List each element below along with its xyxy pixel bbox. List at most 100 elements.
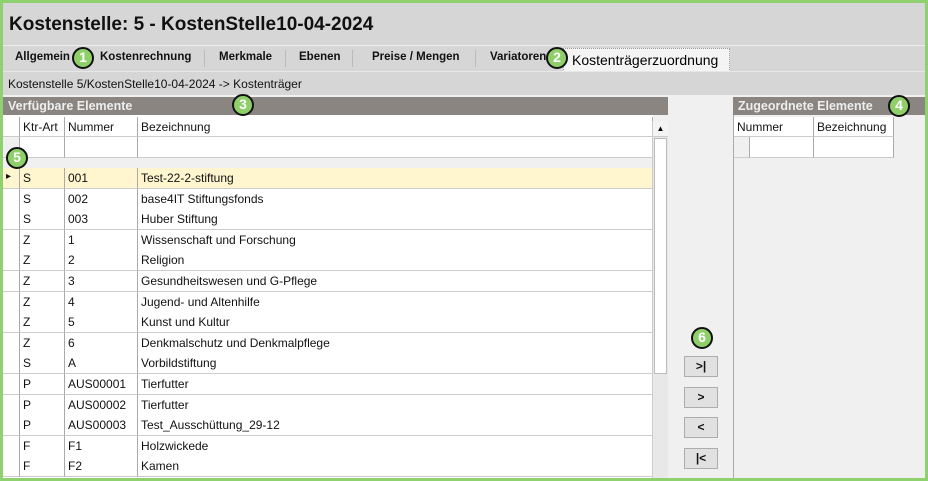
cell-bezeichnung[interactable]: Vorbildstiftung: [138, 353, 653, 375]
cell-nummer[interactable]: A: [65, 353, 138, 375]
tab-merkmale[interactable]: Merkmale: [219, 51, 272, 63]
cell-nummer[interactable]: 3: [65, 271, 138, 292]
cell-bezeichnung[interactable]: Wissenschaft und Forschung: [138, 229, 653, 251]
cell-nummer[interactable]: F1: [65, 435, 138, 457]
filter-separator: [3, 158, 653, 168]
cell-ktr-art[interactable]: Z: [20, 312, 65, 334]
tab-kostenrechnung[interactable]: Kostenrechnung: [100, 51, 191, 63]
tab-divider: [204, 50, 205, 67]
col-header-indicator: [3, 117, 20, 137]
cell-nummer[interactable]: 003: [65, 209, 138, 231]
row-indicator: [734, 137, 750, 158]
cell-ktr-art[interactable]: Z: [20, 332, 65, 354]
filter-bezeichnung[interactable]: [138, 137, 653, 158]
row-indicator[interactable]: [3, 456, 20, 478]
cell-ktr-art[interactable]: S: [20, 188, 65, 210]
cell-ktr-art[interactable]: S: [20, 168, 65, 189]
cell-nummer[interactable]: F2: [65, 456, 138, 478]
cell-bezeichnung[interactable]: Denkmalschutz und Denkmalpflege: [138, 332, 653, 354]
scroll-up-icon[interactable]: ▲: [653, 121, 668, 137]
cell-nummer[interactable]: AUS00003: [65, 415, 138, 437]
tab-ebenen[interactable]: Ebenen: [299, 51, 341, 63]
row-indicator[interactable]: [3, 374, 20, 395]
row-indicator[interactable]: [3, 353, 20, 375]
cell-bezeichnung[interactable]: Test_Ausschüttung_29-12: [138, 415, 653, 437]
tab-allgemein[interactable]: Allgemein: [15, 51, 70, 63]
cell-bezeichnung[interactable]: Kunst und Kultur: [138, 312, 653, 334]
badge-3: 3: [232, 94, 254, 116]
badge-4: 4: [888, 95, 910, 117]
cell-ktr-art[interactable]: P: [20, 374, 65, 395]
cell-bezeichnung[interactable]: Tierfutter: [138, 394, 653, 416]
row-indicator[interactable]: [3, 291, 20, 313]
available-header: Verfügbare Elemente: [3, 97, 668, 115]
cell-ktr-art[interactable]: F: [20, 435, 65, 457]
cell-bezeichnung[interactable]: Kamen: [138, 456, 653, 478]
row-indicator[interactable]: [3, 271, 20, 292]
cell-bezeichnung[interactable]: Religion: [138, 250, 653, 272]
cell-ktr-art[interactable]: Z: [20, 271, 65, 292]
cell-ktr-art[interactable]: S: [20, 353, 65, 375]
cell-bezeichnung[interactable]: Gesundheitswesen und G-Pflege: [138, 271, 653, 292]
row-indicator[interactable]: [3, 332, 20, 354]
row-indicator[interactable]: [3, 229, 20, 251]
add-button[interactable]: >: [684, 387, 718, 408]
cell-nummer[interactable]: 001: [65, 168, 138, 189]
scrollbar[interactable]: ▲: [652, 121, 668, 478]
tab-divider: [352, 50, 353, 67]
cell-nummer[interactable]: AUS00002: [65, 394, 138, 416]
col-header-nummer-label: Nummer: [737, 120, 784, 134]
cell-ktr-art[interactable]: Z: [20, 291, 65, 313]
cell-ktr-art[interactable]: Z: [20, 229, 65, 251]
cell-bezeichnung[interactable]: Test-22-2-stiftung: [138, 168, 653, 189]
tab-preise-mengen[interactable]: Preise / Mengen: [372, 51, 460, 63]
cell-ktr-art[interactable]: F: [20, 456, 65, 478]
cell-nummer[interactable]: 002: [65, 188, 138, 210]
cell-nummer[interactable]: 1: [65, 229, 138, 251]
filter-nummer[interactable]: [65, 137, 138, 158]
col-header-nummer[interactable]: Nummer: [65, 117, 138, 137]
cell-nummer[interactable]: 4: [65, 291, 138, 313]
tab-kostentraegerzuordnung[interactable]: Kostenträgerzuordnung: [563, 48, 730, 72]
available-grid: Ktr-Art Nummer Bezeichnung ▸ S 001 Test-22-2-s…: [3, 115, 653, 478]
cell-ktr-art[interactable]: Z: [20, 250, 65, 272]
row-indicator[interactable]: [3, 415, 20, 437]
cell-nummer[interactable]: 2: [65, 250, 138, 272]
scrollbar-thumb[interactable]: [654, 138, 667, 374]
cell-bezeichnung[interactable]: Tierfutter: [138, 374, 653, 395]
cell-ktr-art[interactable]: S: [20, 209, 65, 231]
tab-divider: [475, 50, 476, 67]
tab-divider: [285, 50, 286, 67]
row-indicator[interactable]: [3, 435, 20, 457]
remove-button[interactable]: <: [684, 417, 718, 438]
cell-bezeichnung[interactable]: Huber Stiftung: [138, 209, 653, 231]
col-header-bezeichnung[interactable]: Bezeichnung: [814, 117, 894, 137]
breadcrumb: Kostenstelle 5/KostenStelle10-04-2024 ->…: [3, 71, 925, 95]
cell-ktr-art[interactable]: P: [20, 394, 65, 416]
col-header-bezeichnung[interactable]: Bezeichnung: [138, 117, 653, 137]
badge-5: 5: [6, 147, 28, 169]
row-indicator[interactable]: [3, 312, 20, 334]
row-indicator[interactable]: [3, 250, 20, 272]
cell-ktr-art[interactable]: P: [20, 415, 65, 437]
cell-nummer[interactable]: 6: [65, 332, 138, 354]
col-header-ktr-art[interactable]: Ktr-Art: [20, 117, 65, 137]
row-indicator[interactable]: [3, 209, 20, 231]
filter-bezeichnung[interactable]: [814, 137, 894, 158]
current-row-arrow-icon[interactable]: ▸: [3, 168, 20, 189]
cell-bezeichnung[interactable]: base4IT Stiftungsfonds: [138, 188, 653, 210]
badge-6: 6: [691, 327, 713, 349]
tab-variatoren[interactable]: Variatoren: [490, 51, 546, 63]
cell-nummer[interactable]: 5: [65, 312, 138, 334]
row-indicator[interactable]: [3, 394, 20, 416]
remove-all-button[interactable]: |<: [684, 448, 718, 469]
badge-1: 1: [72, 47, 94, 69]
add-all-button[interactable]: >|: [684, 356, 718, 377]
window: Kostenstelle: 5 - KostenStelle10-04-2024…: [0, 0, 928, 481]
cell-bezeichnung[interactable]: Holzwickede: [138, 435, 653, 457]
col-header-nummer[interactable]: Nummer: [734, 117, 814, 137]
cell-nummer[interactable]: AUS00001: [65, 374, 138, 395]
row-indicator[interactable]: [3, 188, 20, 210]
cell-bezeichnung[interactable]: Jugend- und Altenhilfe: [138, 291, 653, 313]
filter-nummer[interactable]: [750, 137, 814, 158]
